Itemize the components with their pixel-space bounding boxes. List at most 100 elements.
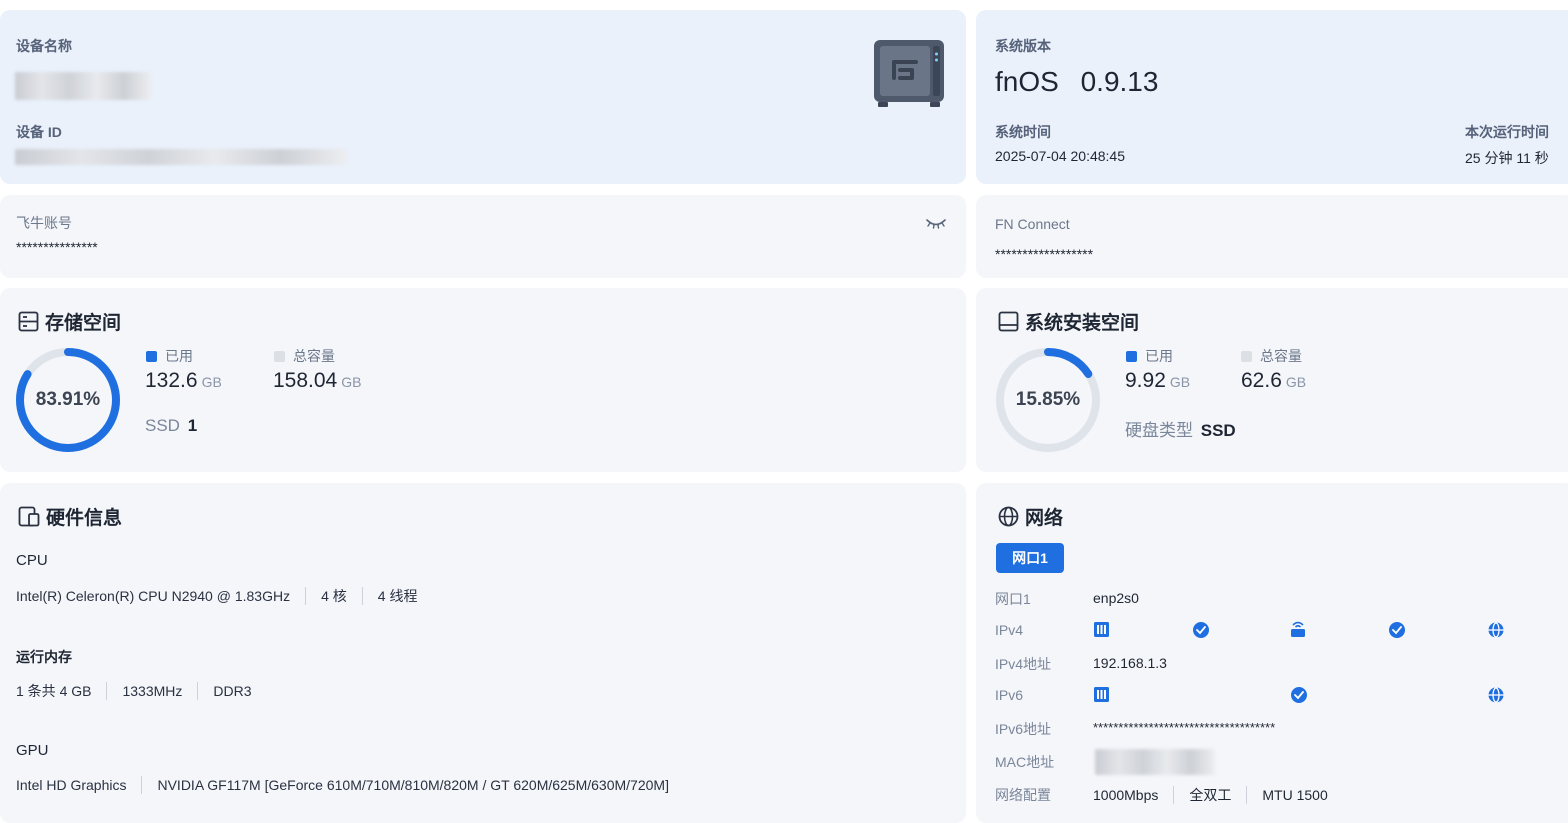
storage-ssd-count: 1: [187, 416, 198, 435]
memory-label: 运行内存: [16, 649, 72, 665]
ipv6-status-chain: [1094, 687, 1504, 703]
system-storage-card: 系统安装空间 15.85% 已用 总容量 9.92 GB 62.6 GB 硬盘类型 …: [976, 288, 1568, 472]
hardware-title: 硬件信息: [18, 503, 122, 530]
check-icon: [1389, 622, 1405, 638]
system-version-number: 0.9.13: [1080, 66, 1159, 97]
hardware-title-text: 硬件信息: [46, 508, 123, 529]
system-storage-title: 系统安装空间: [998, 308, 1139, 335]
memory-speed: 1333MHz: [122, 683, 183, 699]
cpu-model: Intel(R) Celeron(R) CPU N2940 @ 1.83GHz: [16, 588, 291, 604]
uptime-value: 25 分钟 11 秒: [1465, 150, 1549, 166]
hardware-card: 硬件信息 CPU Intel(R) Celeron(R) CPU N2940 @…: [0, 483, 966, 823]
system-storage-used-number: 9.92: [1125, 369, 1166, 392]
system-time-value: 2025-07-04 20:48:45: [995, 148, 1125, 164]
tab-port-1[interactable]: 网口1: [996, 543, 1064, 573]
device-id-label: 设备 ID: [16, 124, 62, 140]
ipv6-address-label: IPv6地址: [995, 721, 1052, 737]
internet-globe-icon: [1488, 622, 1504, 638]
storage-title: 存储空间: [18, 308, 121, 335]
memory-modules: 1 条共 4 GB: [16, 683, 92, 699]
memory-type: DDR3: [213, 683, 252, 699]
used-swatch: [146, 350, 157, 362]
storage-total-legend: 总容量: [274, 346, 335, 366]
storage-used-legend: 已用: [146, 346, 193, 366]
account-value: ***************: [16, 239, 98, 255]
device-info-card: 设备名称 设备 ID: [0, 10, 966, 184]
storage-total-number: 158.04: [273, 369, 338, 392]
nic-icon: [1094, 687, 1109, 702]
system-storage-total-number: 62.6: [1241, 369, 1282, 392]
memory-row: 1 条共 4 GB 1333MHz DDR3: [16, 681, 252, 701]
link-speed: 1000Mbps: [1093, 787, 1159, 803]
system-version: fnOS 0.9.13: [995, 66, 1158, 98]
divider: [1246, 786, 1248, 804]
network-title: 网络: [998, 503, 1063, 530]
globe-icon: [998, 506, 1019, 527]
cpu-row: Intel(R) Celeron(R) CPU N2940 @ 1.83GHz …: [16, 586, 417, 606]
system-time-label: 系统时间: [995, 124, 1051, 140]
storage-used-number: 132.6: [145, 369, 198, 392]
system-storage-total-unit: GB: [1285, 374, 1307, 390]
system-storage-used-unit: GB: [1169, 374, 1191, 390]
nic-icon: [1094, 622, 1109, 637]
gpu-row: Intel HD Graphics NVIDIA GF117M [GeForce…: [16, 776, 669, 794]
system-storage-used-value: 9.92 GB: [1125, 369, 1190, 393]
disk-type: 硬盘类型 SSD: [1125, 416, 1236, 441]
system-version-label: 系统版本: [995, 38, 1051, 54]
storage-icon: [18, 311, 39, 332]
mac-address-label: MAC地址: [995, 754, 1055, 770]
storage-total-unit: GB: [341, 374, 362, 390]
storage-ssd: SSD 1: [145, 416, 197, 436]
network-card: 网络 网口1 网口1 enp2s0 IPv4 IPv4地址 192.168.1.…: [976, 483, 1568, 823]
divider: [361, 587, 363, 605]
cpu-threads: 4 线程: [377, 588, 418, 604]
port-value: enp2s0: [1093, 590, 1139, 606]
divider: [106, 682, 108, 700]
account-label: 飞牛账号: [16, 215, 72, 231]
eye-closed-icon[interactable]: [925, 217, 947, 231]
divider: [141, 776, 143, 794]
disk-type-label: 硬盘类型: [1125, 421, 1193, 440]
ipv6-address-value: ************************************: [1093, 720, 1276, 735]
divider: [1173, 786, 1175, 804]
ipv4-address-value: 192.168.1.3: [1093, 655, 1167, 671]
internet-globe-icon: [1488, 687, 1504, 703]
disk-type-value: SSD: [1200, 421, 1236, 440]
network-config-row: 1000Mbps 全双工 MTU 1500: [1093, 785, 1328, 805]
nas-device-icon: [874, 40, 944, 107]
gpu-label: GPU: [16, 742, 49, 759]
uptime-label: 本次运行时间: [1465, 124, 1549, 140]
gpu-2: NVIDIA GF117M [GeForce 610M/710M/810M/82…: [157, 777, 669, 793]
fn-connect-card: FN Connect ******************: [976, 195, 1568, 278]
storage-title-text: 存储空间: [45, 313, 122, 334]
storage-used-label: 已用: [165, 348, 193, 364]
disk-icon: [998, 311, 1019, 332]
storage-percent: 83.91%: [35, 389, 101, 410]
used-swatch: [1126, 350, 1137, 362]
hardware-icon: [18, 506, 40, 527]
duplex-mode: 全双工: [1189, 787, 1232, 803]
system-version-name: fnOS: [995, 66, 1059, 97]
check-icon: [1193, 622, 1209, 638]
ipv4-status-chain: [1094, 621, 1504, 638]
mac-address-redacted: [1095, 749, 1215, 775]
gpu-1: Intel HD Graphics: [16, 777, 127, 793]
mtu-value: MTU 1500: [1262, 787, 1328, 803]
system-storage-used-label: 已用: [1145, 348, 1173, 364]
router-icon: [1291, 621, 1305, 637]
total-swatch: [1241, 350, 1252, 362]
system-info-card: 系统版本 fnOS 0.9.13 系统时间 2025-07-04 20:48:4…: [976, 10, 1568, 184]
ipv4-label: IPv4: [995, 622, 1024, 638]
check-icon: [1291, 687, 1307, 703]
divider: [197, 682, 199, 700]
account-card: 飞牛账号 ***************: [0, 195, 966, 278]
ipv4-address-label: IPv4地址: [995, 656, 1052, 672]
device-name-redacted: [15, 72, 151, 100]
cpu-label: CPU: [16, 552, 48, 569]
system-storage-used-legend: 已用: [1126, 346, 1173, 366]
storage-total-label: 总容量: [293, 348, 335, 364]
divider: [305, 587, 307, 605]
port-label: 网口1: [995, 591, 1031, 607]
storage-total-value: 158.04 GB: [273, 369, 361, 393]
storage-used-value: 132.6 GB: [145, 369, 222, 393]
